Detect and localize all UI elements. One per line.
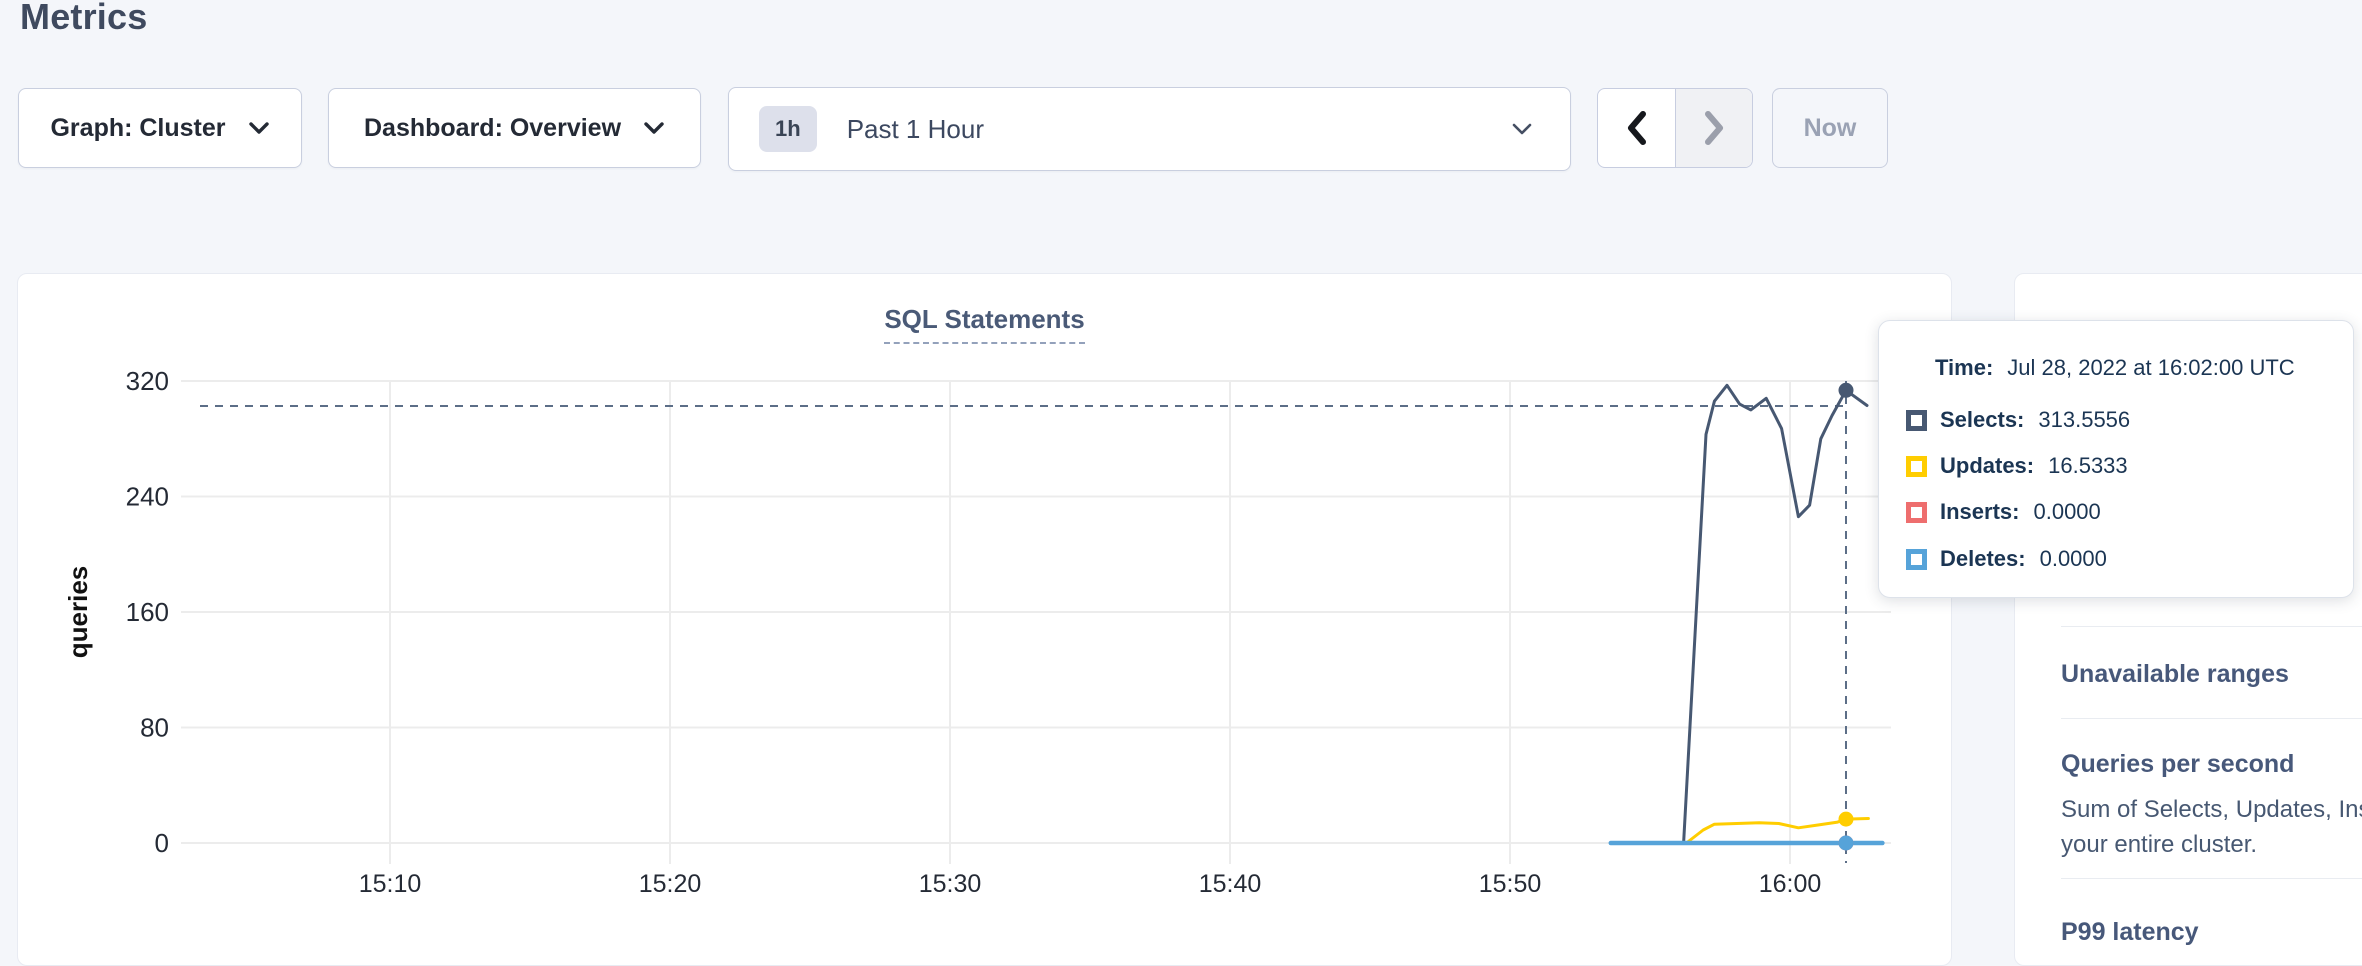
x-axis-tick-label: 15:30 (919, 870, 982, 898)
chart-grid: 0 80 160 240 320 15:10 15:20 15:30 15:40 15:50 16:… (126, 366, 1891, 898)
time-range-label: Past 1 Hour (847, 114, 984, 145)
now-button[interactable]: Now (1772, 88, 1888, 168)
y-axis-tick-label: 240 (126, 482, 169, 512)
previous-time-window-button[interactable] (1598, 89, 1675, 167)
y-axis-tick-label: 160 (126, 597, 169, 627)
tooltip-time-value: Jul 28, 2022 at 16:02:00 UTC (2007, 355, 2294, 381)
divider (2061, 626, 2362, 627)
y-axis-tick-label: 320 (126, 366, 169, 396)
tooltip-series-label: Selects: (1940, 407, 2024, 433)
x-axis-tick-label: 16:00 (1759, 870, 1822, 898)
x-axis-tick-label: 15:40 (1199, 870, 1262, 898)
time-range-badge: 1h (759, 106, 817, 152)
chevron-down-icon (643, 119, 665, 137)
chevron-left-icon (1622, 109, 1652, 147)
y-axis-title: queries (63, 566, 93, 659)
hover-dot-updates (1839, 812, 1854, 827)
page-title: Metrics (20, 0, 147, 38)
tooltip-series-value: 0.0000 (2033, 499, 2100, 525)
tooltip-time-label: Time: (1935, 355, 1993, 381)
sidebar-heading-unavailable-ranges: Unavailable ranges (2061, 660, 2289, 689)
dashboard-selector-label: Dashboard: Overview (364, 114, 621, 143)
time-step-button-group (1597, 88, 1753, 168)
graph-selector-label: Graph: Cluster (50, 114, 225, 143)
x-axis-tick-label: 15:10 (359, 870, 422, 898)
y-axis-tick-label: 0 (155, 828, 169, 858)
deletes-series-swatch-icon (1906, 549, 1927, 570)
tooltip-series-label: Inserts: (1940, 499, 2019, 525)
hover-dot-selects (1839, 383, 1854, 398)
sidebar-description-line: Sum of Selects, Updates, Inser (2061, 796, 2362, 824)
chevron-right-icon (1699, 109, 1729, 147)
tooltip-series-value: 16.5333 (2048, 453, 2128, 479)
series-line-selects (1611, 385, 1867, 843)
tooltip-series-label: Deletes: (1940, 546, 2026, 572)
series-line-updates (1611, 819, 1869, 844)
chart-hover-tooltip: Time: Jul 28, 2022 at 16:02:00 UTC Selec… (1878, 320, 2354, 598)
sidebar-heading-p99-latency: P99 latency (2061, 918, 2199, 947)
time-range-dropdown[interactable]: 1h Past 1 Hour (728, 87, 1571, 171)
updates-series-swatch-icon (1906, 456, 1927, 477)
sidebar-description-line: your entire cluster. (2061, 831, 2257, 859)
tooltip-series-label: Updates: (1940, 453, 2034, 479)
selects-series-swatch-icon (1906, 410, 1927, 431)
sql-statements-chart-card: SQL Statements 08016024032015:1015:2015:… (17, 273, 1952, 966)
sql-statements-chart[interactable]: 0 80 160 240 320 15:10 15:20 15:30 15:40 15:50 16:… (18, 274, 1953, 966)
divider (2061, 718, 2362, 719)
hover-dot-deletes (1839, 836, 1854, 851)
tooltip-series-value: 313.5556 (2038, 407, 2130, 433)
dashboard-selector-dropdown[interactable]: Dashboard: Overview (328, 88, 701, 168)
chevron-down-icon (248, 119, 270, 137)
chevron-down-icon (1510, 120, 1534, 138)
divider (2061, 878, 2362, 879)
x-axis-tick-label: 15:50 (1479, 870, 1542, 898)
inserts-series-swatch-icon (1906, 502, 1927, 523)
hover-crosshair (200, 381, 1846, 863)
tooltip-series-value: 0.0000 (2040, 546, 2107, 572)
next-time-window-button[interactable] (1675, 89, 1752, 167)
sidebar-heading-queries-per-second: Queries per second (2061, 750, 2294, 779)
x-axis-tick-label: 15:20 (639, 870, 702, 898)
y-axis-tick-label: 80 (140, 713, 169, 743)
graph-selector-dropdown[interactable]: Graph: Cluster (18, 88, 302, 168)
